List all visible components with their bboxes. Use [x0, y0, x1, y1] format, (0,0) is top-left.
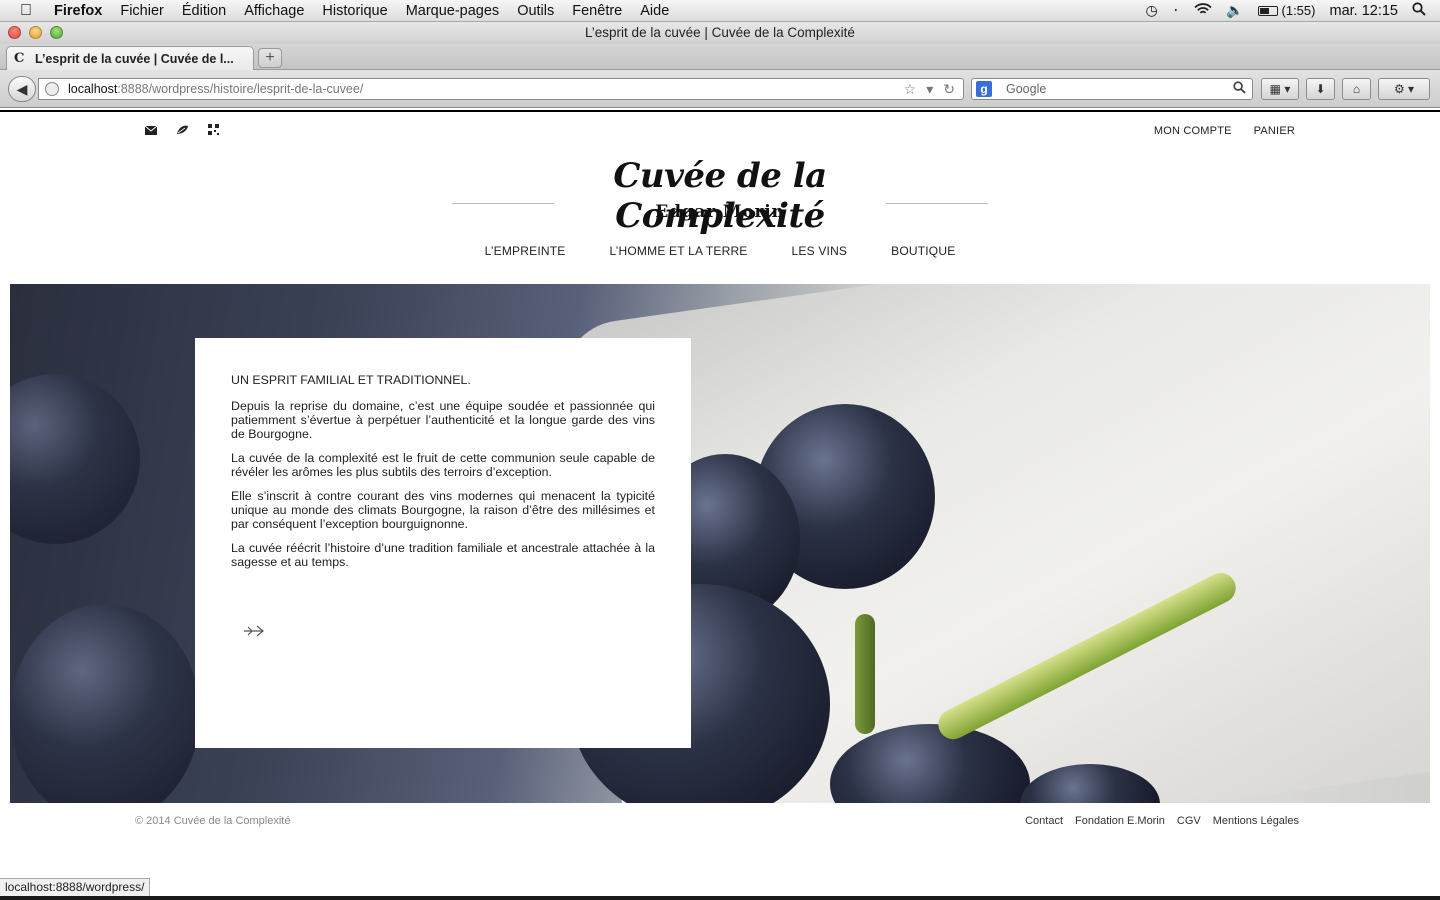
footer-copyright: © 2014 Cuvée de la Complexité: [135, 815, 291, 827]
site-favicon-icon: C: [14, 50, 25, 66]
search-input[interactable]: Google: [1006, 82, 1046, 96]
menu-edition[interactable]: Édition: [173, 3, 235, 19]
story-paragraph: Depuis la reprise du domaine, c’est une …: [231, 399, 655, 441]
status-bar: localhost:8888/wordpress/: [0, 878, 151, 896]
reload-icon[interactable]: ↻: [943, 81, 955, 98]
footer-link-mentions-legales[interactable]: Mentions Légales: [1213, 815, 1299, 827]
story-paragraph: La cuvée réécrit l’histoire d’une tradit…: [231, 541, 655, 569]
home-icon[interactable]: ⌂: [1342, 78, 1371, 100]
url-host: localhost: [68, 82, 118, 96]
story-heading: UN ESPRIT FAMILIAL ET TRADITIONNEL.: [231, 373, 471, 387]
nav-item-empreinte[interactable]: L’EMPREINTE: [485, 244, 566, 258]
nav-item-les-vins[interactable]: LES VINS: [792, 244, 848, 258]
menu-clock[interactable]: mar. 12:15: [1329, 3, 1398, 19]
footer-link-contact[interactable]: Contact: [1025, 815, 1063, 827]
apple-icon[interactable]: : [0, 2, 52, 20]
menu-aide[interactable]: Aide: [631, 3, 678, 19]
menu-outils[interactable]: Outils: [508, 3, 563, 19]
volume-icon[interactable]: 🔈: [1226, 2, 1243, 19]
battery-status[interactable]: (1:55): [1257, 3, 1316, 18]
footer-links: Contact Fondation E.Morin CGV Mentions L…: [1025, 815, 1299, 827]
bluetooth-icon[interactable]: ᛫: [1172, 3, 1180, 19]
footer-link-fondation[interactable]: Fondation E.Morin: [1075, 815, 1165, 827]
story-text-panel: UN ESPRIT FAMILIAL ET TRADITIONNEL. Depu…: [195, 338, 691, 748]
google-engine-icon[interactable]: g: [976, 81, 992, 97]
menu-historique[interactable]: Historique: [313, 3, 396, 19]
menu-affichage[interactable]: Affichage: [235, 3, 313, 19]
window-title-bar: L’esprit de la cuvée | Cuvée de la Compl…: [0, 22, 1440, 44]
menu-firefox[interactable]: Firefox: [52, 3, 111, 19]
minimize-window-button[interactable]: [29, 26, 42, 39]
url-actions: ☆ ▾ ↻: [904, 81, 963, 98]
arrow-right-icon[interactable]: [243, 624, 265, 642]
system-menu-bar:  Firefox Fichier Édition Affichage Hist…: [0, 0, 1440, 22]
logo-rule-left: [452, 203, 554, 204]
hero-grape: [10, 374, 140, 544]
my-account-link[interactable]: MON COMPTE: [1154, 125, 1232, 137]
close-window-button[interactable]: [8, 26, 21, 39]
search-bar[interactable]: g Google: [971, 78, 1253, 100]
back-button[interactable]: ◀: [8, 76, 36, 102]
menu-fenetre[interactable]: Fenêtre: [563, 3, 631, 19]
tab-active[interactable]: C L’esprit de la cuvée | Cuvée de l...: [6, 46, 254, 70]
site-logo[interactable]: Cuvée de la Complexité Edgar Morin: [452, 152, 988, 236]
hero-grape: [10, 604, 200, 803]
bookmarks-menu-button[interactable]: ▦ ▾: [1261, 78, 1299, 100]
spotlight-search-icon[interactable]: [1412, 2, 1426, 19]
main-navigation: L’EMPREINTE L’HOMME ET LA TERRE LES VINS…: [0, 244, 1440, 258]
logo-rule-right: [886, 203, 988, 204]
addon-icon[interactable]: ⚙ ▾: [1378, 78, 1430, 100]
mail-icon[interactable]: [144, 124, 158, 138]
site-identity-icon[interactable]: [45, 82, 59, 96]
story-paragraph: Elle s’inscrit à contre courant des vins…: [231, 489, 655, 531]
window-bottom-edge: [0, 896, 1440, 900]
tab-strip: C L’esprit de la cuvée | Cuvée de l... +: [0, 44, 1440, 70]
nav-item-homme-et-la-terre[interactable]: L’HOMME ET LA TERRE: [609, 244, 747, 258]
logo-subtitle: Edgar Morin: [655, 202, 785, 222]
cart-link[interactable]: PANIER: [1254, 125, 1295, 137]
downloads-icon[interactable]: ⬇: [1306, 78, 1335, 100]
tab-label: L’esprit de la cuvée | Cuvée de l...: [35, 51, 234, 66]
new-tab-button[interactable]: +: [258, 48, 282, 68]
menu-marque-pages[interactable]: Marque-pages: [397, 3, 509, 19]
search-icon[interactable]: [1233, 81, 1252, 97]
logo-title: Cuvée de la Complexité: [613, 156, 827, 236]
menu-extras: ◷ ᛫ 🔈 (1:55) mar. 12:15: [1145, 2, 1440, 19]
hero-stem: [855, 614, 875, 734]
bookmark-star-icon[interactable]: ☆: [904, 81, 917, 98]
url-path: :8888/wordpress/histoire/lesprit-de-la-c…: [117, 82, 364, 96]
window-title: L’esprit de la cuvée | Cuvée de la Compl…: [585, 25, 855, 40]
social-icons: [144, 124, 219, 138]
wifi-icon[interactable]: [1194, 2, 1212, 19]
navigation-toolbar: ◀ localhost :8888/wordpress/histoire/les…: [0, 70, 1440, 108]
battery-icon: [1257, 5, 1278, 16]
web-page: MON COMPTE PANIER Cuvée de la Complexité…: [0, 110, 1440, 886]
footer-link-cgv[interactable]: CGV: [1177, 815, 1201, 827]
qr-code-icon[interactable]: [208, 124, 219, 138]
nav-item-boutique[interactable]: BOUTIQUE: [891, 244, 955, 258]
leaf-icon[interactable]: [176, 124, 189, 138]
zoom-window-button[interactable]: [50, 26, 63, 39]
menu-fichier[interactable]: Fichier: [111, 3, 173, 19]
url-bar[interactable]: localhost :8888/wordpress/histoire/lespr…: [38, 78, 964, 100]
story-paragraph: La cuvée de la complexité est le fruit d…: [231, 451, 655, 479]
history-dropdown-icon[interactable]: ▾: [926, 81, 933, 98]
window-controls: [8, 26, 63, 39]
time-machine-icon[interactable]: ◷: [1145, 2, 1157, 19]
battery-time: (1:55): [1281, 3, 1316, 18]
account-links: MON COMPTE PANIER: [1154, 125, 1295, 137]
